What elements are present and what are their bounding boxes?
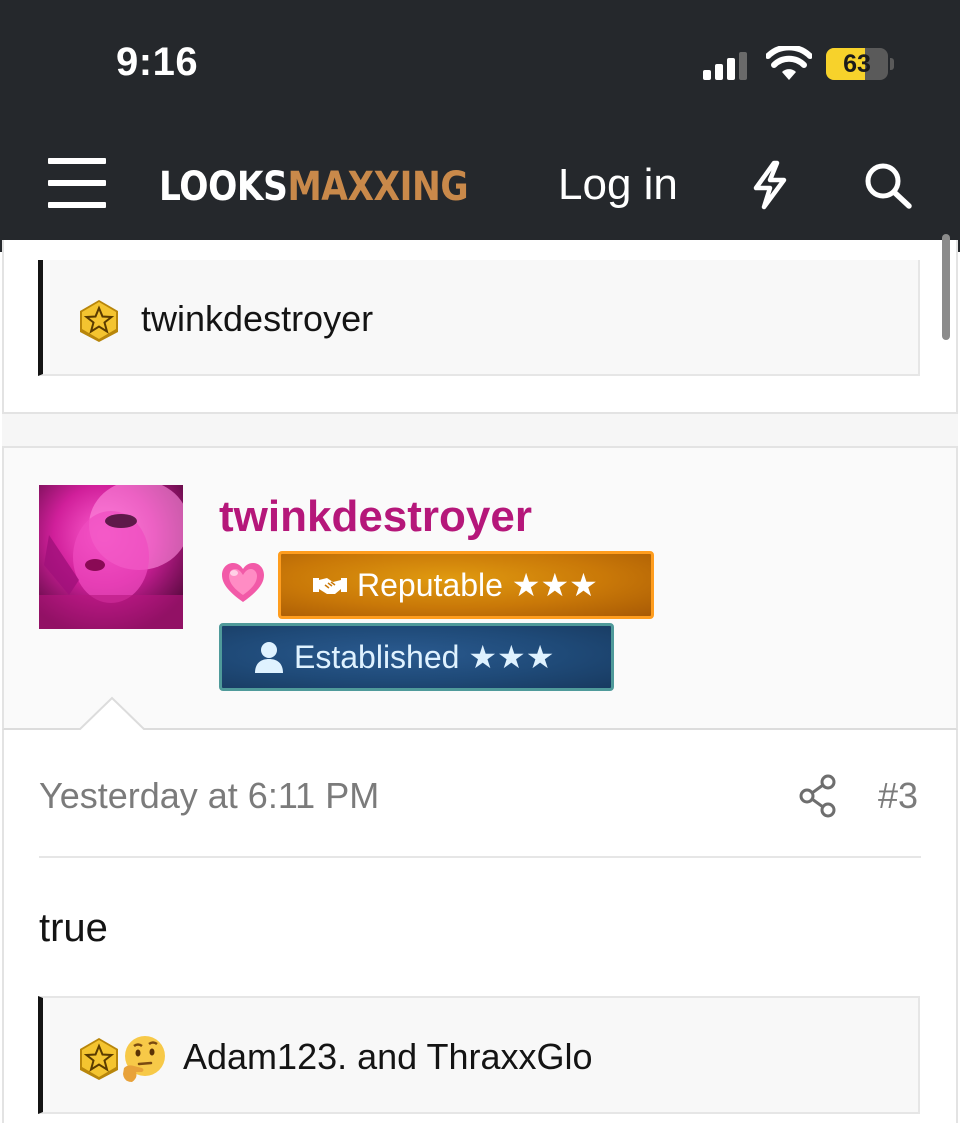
logo-text-accent: MAXXING <box>287 164 469 210</box>
logo-text-primary: LOOKS <box>159 164 288 210</box>
avatar[interactable] <box>39 485 183 629</box>
signal-icon <box>703 52 747 80</box>
search-icon[interactable] <box>862 160 914 210</box>
battery-icon: 63 <box>826 48 894 80</box>
thinking-face-icon <box>123 1036 165 1082</box>
scrollbar[interactable] <box>942 234 950 340</box>
status-time: 9:16 <box>116 40 199 84</box>
menu-button[interactable] <box>48 158 108 210</box>
reactions-text[interactable]: Adam123. and ThraxxGlo <box>183 1036 593 1078</box>
wifi-icon <box>766 46 812 80</box>
handshake-icon <box>313 578 347 594</box>
login-link[interactable]: Log in <box>558 160 678 210</box>
post-number[interactable]: #3 <box>878 775 918 817</box>
post-content: true <box>39 906 108 950</box>
battery-percent: 63 <box>843 50 871 78</box>
post-divider <box>39 856 921 858</box>
site-logo[interactable]: LOOKSMAXXING <box>159 164 469 210</box>
post-separator <box>2 414 958 448</box>
menu-icon <box>48 158 106 164</box>
pink-heart-icon <box>222 563 264 602</box>
badge-reputable: Reputable ★★★ <box>278 551 654 619</box>
badge-reputable-label: Reputable ★★★ <box>357 567 598 603</box>
star-reaction-icon <box>80 1038 118 1080</box>
post-date[interactable]: Yesterday at 6:11 PM <box>39 775 379 817</box>
badge-established-label: Established ★★★ <box>294 639 555 675</box>
user-icon <box>255 642 283 673</box>
star-reaction-icon <box>80 300 118 342</box>
reactions-text[interactable]: twinkdestroyer <box>141 298 373 340</box>
author-pointer <box>78 696 146 732</box>
share-icon[interactable] <box>798 774 838 818</box>
author-username[interactable]: twinkdestroyer <box>219 492 532 542</box>
badge-established: Established ★★★ <box>219 623 614 691</box>
bolt-icon[interactable] <box>748 160 792 210</box>
app-header: 9:16 63 LOOKSMAXXING Log in <box>0 0 960 252</box>
reaction-icons <box>76 1034 168 1084</box>
